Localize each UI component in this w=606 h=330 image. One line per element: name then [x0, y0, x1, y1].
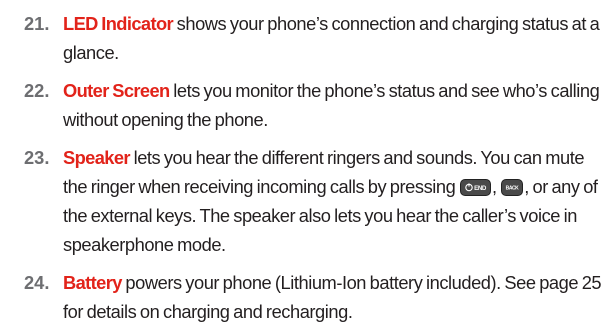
- item-number: 24.: [24, 272, 50, 293]
- item-number: 21.: [24, 13, 50, 34]
- back-key-label: BACK: [506, 186, 519, 192]
- end-key-label: END: [474, 185, 487, 192]
- item-term: LED Indicator: [63, 13, 174, 34]
- item-description: powers your phone (Lithium-Ion battery i…: [63, 272, 602, 322]
- back-key-glyph: BACK: [506, 186, 520, 192]
- item-term: Outer Screen: [63, 80, 170, 101]
- power-end-key-glyph: END: [465, 183, 487, 192]
- back-key-icon: BACK: [501, 179, 524, 196]
- item-number: 22.: [24, 80, 50, 101]
- key-separator: ,: [491, 176, 501, 197]
- item-term: Speaker: [63, 147, 131, 168]
- item-number: 23.: [24, 147, 50, 168]
- list-item: 21. LED Indicator shows your phone’s con…: [24, 9, 604, 67]
- list-item: 23. Speaker lets you hear the different …: [24, 143, 604, 259]
- list-item: 22. Outer Screen lets you monitor the ph…: [24, 76, 604, 134]
- list-item: 24. Battery powers your phone (Lithium-I…: [24, 268, 604, 326]
- feature-list: 21. LED Indicator shows your phone’s con…: [24, 9, 604, 326]
- power-end-key-icon: END: [459, 179, 491, 196]
- item-term: Battery: [63, 272, 122, 293]
